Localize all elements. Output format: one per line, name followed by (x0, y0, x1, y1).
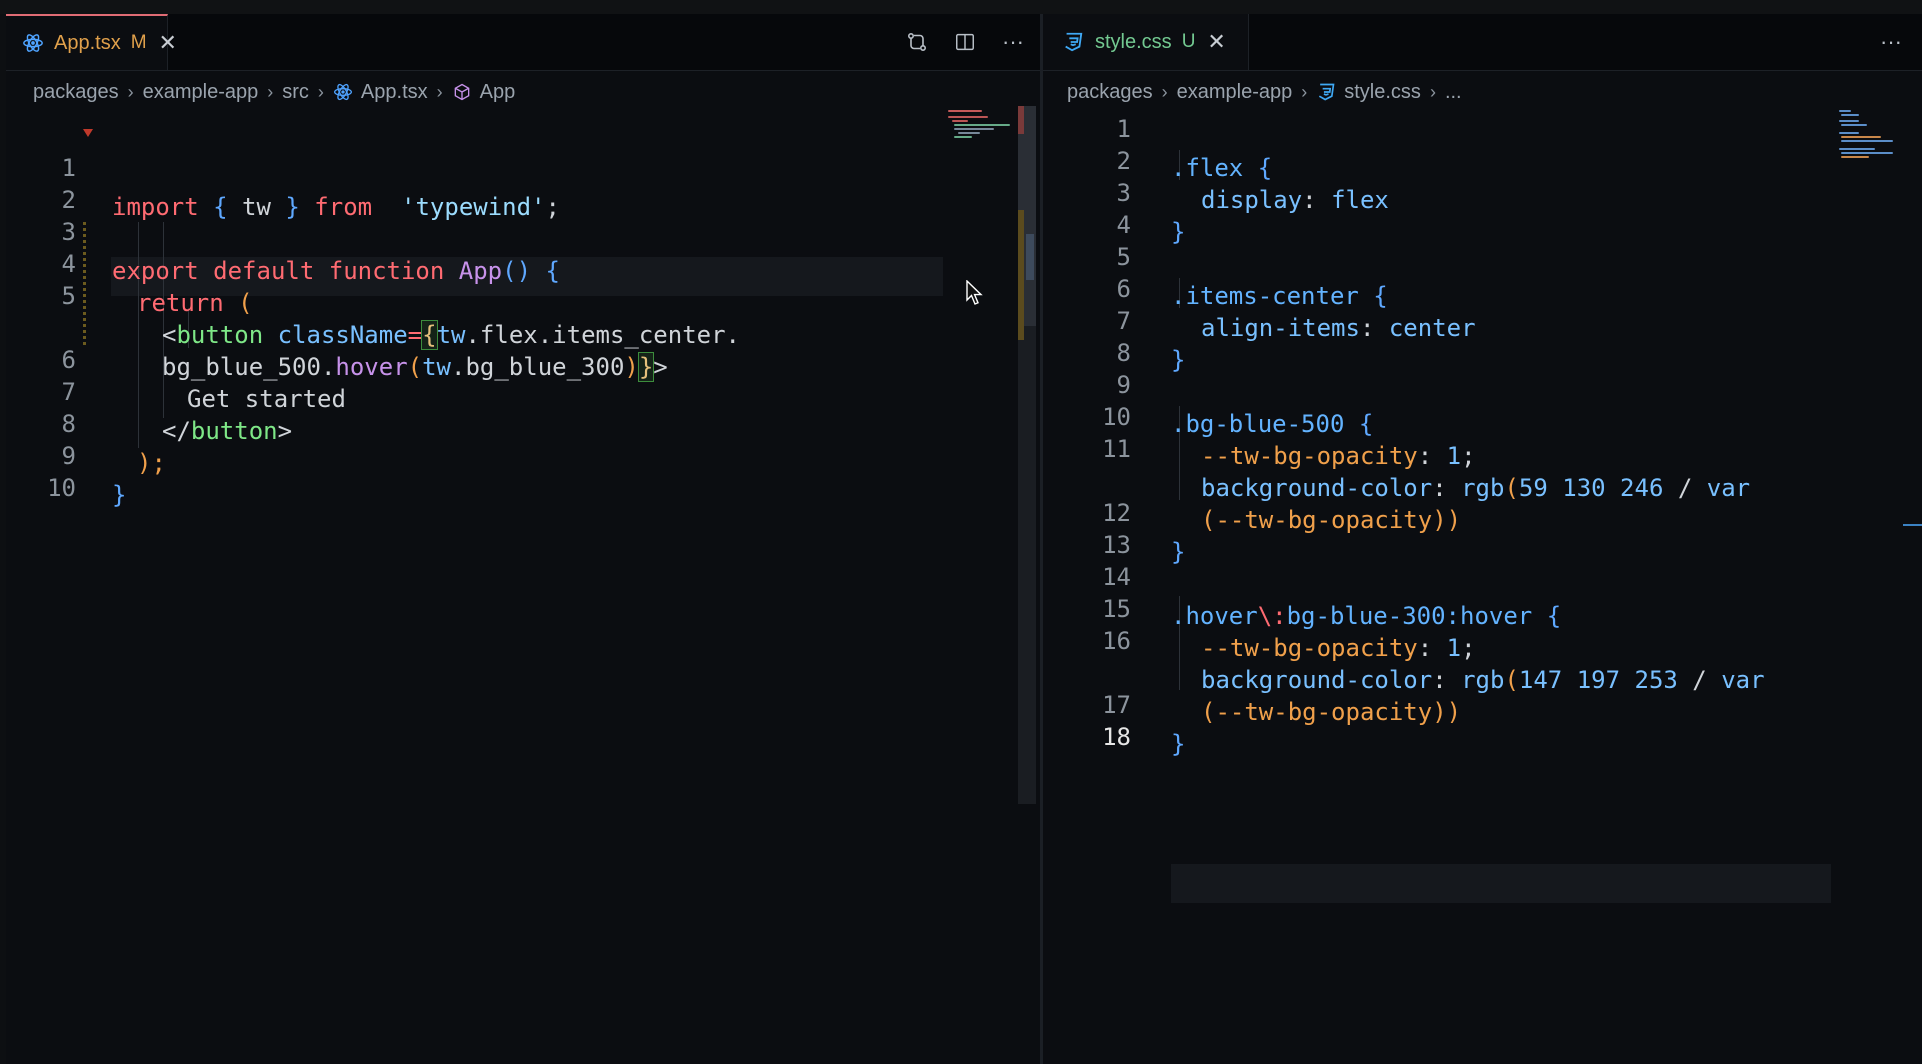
tab-bar: style.css U ✕ ··· (1043, 14, 1922, 71)
breadcrumb-item-src[interactable]: src (282, 81, 309, 104)
minimap[interactable] (1835, 106, 1905, 176)
split-editor-icon[interactable] (952, 29, 978, 55)
react-icon (333, 82, 353, 102)
git-status-badge: M (130, 32, 147, 53)
chevron-right-icon: › (1301, 81, 1308, 102)
chevron-right-icon: › (317, 81, 324, 102)
minimap[interactable] (940, 106, 1030, 166)
editor-actions: ··· (904, 14, 1026, 70)
editor-actions: ··· (1878, 14, 1904, 70)
git-status-badge: U (1181, 31, 1196, 52)
chevron-right-icon: › (267, 81, 274, 102)
scrollbar-left[interactable] (1018, 106, 1036, 804)
scroll-position-marker (1903, 524, 1922, 526)
close-icon[interactable]: ✕ (159, 30, 177, 56)
tab-label: style.css (1095, 30, 1172, 53)
editor-pane-left: App.tsx M ✕ ··· packages › example-app ›… (6, 14, 1040, 1064)
breadcrumb-item-app-tsx[interactable]: App.tsx (361, 81, 428, 104)
css-icon (1059, 28, 1087, 56)
breadcrumb-item-packages[interactable]: packages (33, 81, 119, 104)
tab-style-css[interactable]: style.css U ✕ (1043, 14, 1249, 70)
window-top-strip (0, 0, 1922, 14)
mouse-cursor-icon (966, 280, 983, 305)
more-actions-icon[interactable]: ··· (1000, 29, 1026, 55)
react-icon (22, 29, 44, 57)
chevron-right-icon: › (127, 81, 134, 102)
editor-pane-right: style.css U ✕ ··· packages › example-app… (1043, 14, 1922, 1064)
breadcrumb-item-style-css[interactable]: style.css (1344, 81, 1421, 104)
git-change-marker (1018, 210, 1024, 340)
current-line-highlight (1171, 864, 1831, 903)
tab-app-tsx[interactable]: App.tsx M ✕ (6, 14, 177, 70)
code-line: 10 (47, 474, 76, 502)
symbol-class-icon (452, 82, 472, 102)
css-icon (1316, 82, 1336, 102)
breadcrumb-item-ellipsis[interactable]: ... (1445, 81, 1462, 104)
scroll-position-marker (1026, 234, 1034, 280)
breadcrumb: packages › example-app › src › App.tsx ›… (33, 78, 515, 106)
chevron-right-icon: › (1429, 81, 1436, 102)
breadcrumb-item-example-app[interactable]: example-app (143, 81, 259, 104)
close-icon[interactable]: ✕ (1207, 29, 1225, 55)
git-change-marker (1018, 106, 1024, 134)
more-actions-icon[interactable]: ··· (1878, 29, 1904, 55)
breadcrumb-item-packages[interactable]: packages (1067, 81, 1153, 104)
compare-changes-icon[interactable] (904, 29, 930, 55)
chevron-right-icon: › (1161, 81, 1168, 102)
breadcrumb-item-app[interactable]: App (480, 81, 516, 104)
breadcrumb-item-example-app[interactable]: example-app (1177, 81, 1293, 104)
breadcrumb: packages › example-app › style.css › ... (1067, 78, 1462, 106)
tab-label: App.tsx (54, 31, 121, 54)
chevron-right-icon: › (436, 81, 443, 102)
tab-bar: App.tsx M ✕ ··· (6, 14, 1040, 71)
